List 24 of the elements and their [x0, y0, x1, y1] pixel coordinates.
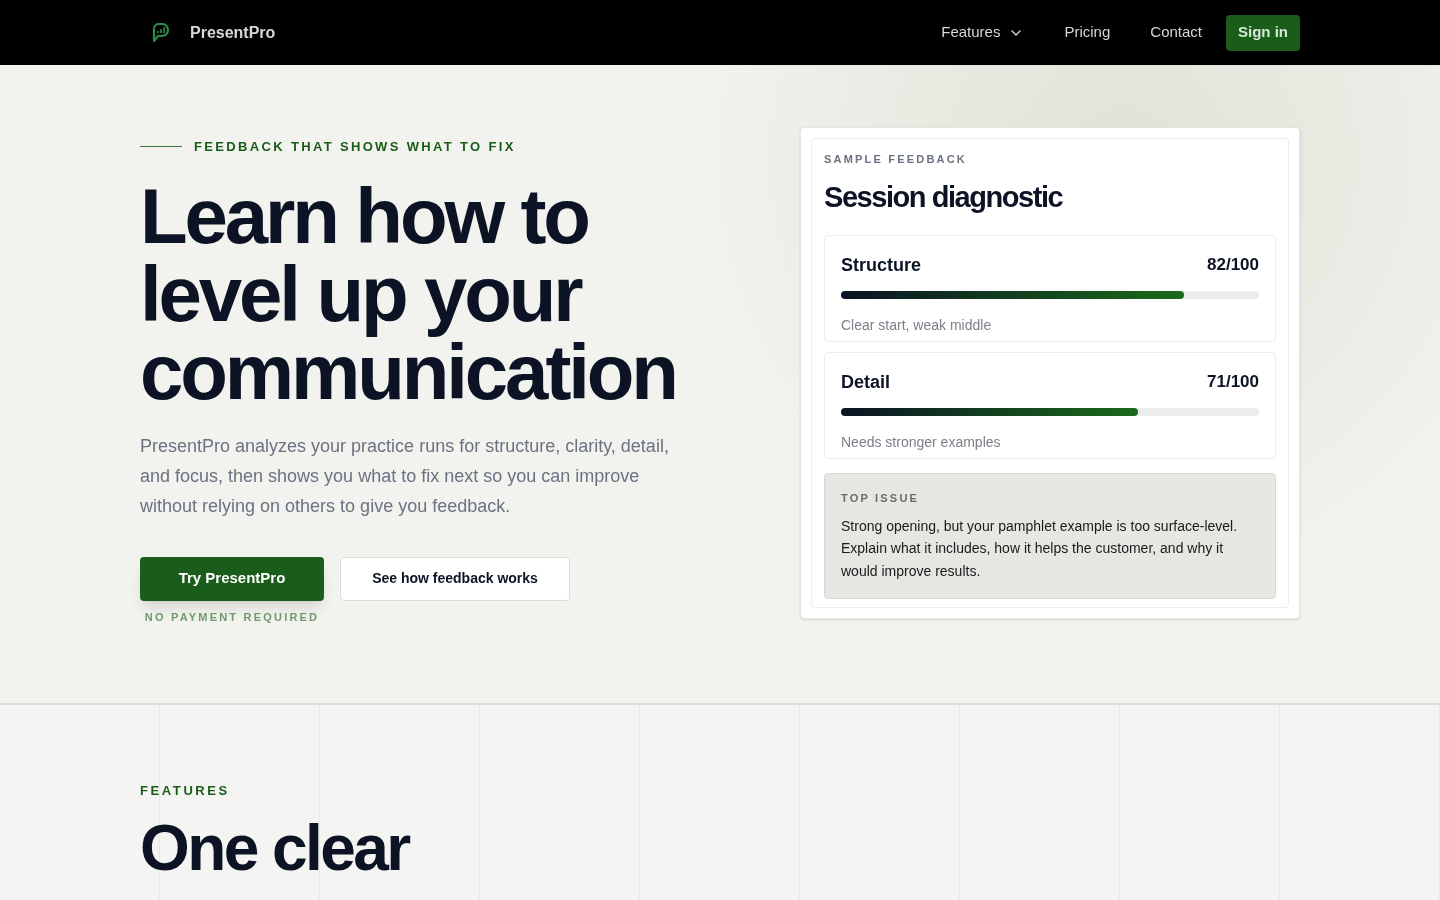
hero-description: PresentPro analyzes your practice runs for structure, clarity, detail, and focus, then shows you what to fix next so you can improve without relying on others to give you feedback. — [140, 434, 670, 518]
metric-score: 82/100 — [1207, 254, 1259, 276]
metric-summary: Needs stronger examples — [841, 433, 1002, 452]
try-button[interactable]: Try PresentPro — [140, 556, 324, 601]
no-payment-note: NO PAYMENT REQUIRED — [144, 609, 320, 625]
logo-icon — [150, 22, 170, 43]
card-title: Session diagnostic — [824, 179, 1064, 215]
features-eyebrow: FEATURES — [140, 782, 231, 800]
nav-link[interactable]: Pricing — [1064, 21, 1111, 44]
card-eyebrow: SAMPLE FEEDBACK — [824, 152, 968, 167]
hero-eyebrow: FEEDBACK THAT SHOWS WHAT TO FIX — [194, 138, 516, 156]
metric-name: Structure — [841, 254, 921, 277]
sign-in-button[interactable]: Sign in — [1226, 14, 1300, 51]
features-heading: One clear — [140, 812, 411, 883]
hero-heading: Learn how to level up your communication — [140, 176, 677, 411]
see-how-button[interactable]: See how feedback works — [340, 556, 570, 601]
metric-name: Detail — [841, 371, 891, 394]
nav-link[interactable]: Contact — [1150, 21, 1202, 44]
metric-summary: Clear start, weak middle — [841, 316, 993, 335]
issue-label: TOP ISSUE — [841, 491, 921, 506]
nav-link[interactable]: Features — [941, 21, 1025, 44]
brand-name[interactable]: PresentPro — [190, 20, 276, 45]
metric-score: 71/100 — [1207, 371, 1259, 393]
issue-text: Strong opening, but your pamphlet example is too surface-level. Explain what it includes, how it helps the customer, and why it would improve results. — [841, 516, 1239, 581]
